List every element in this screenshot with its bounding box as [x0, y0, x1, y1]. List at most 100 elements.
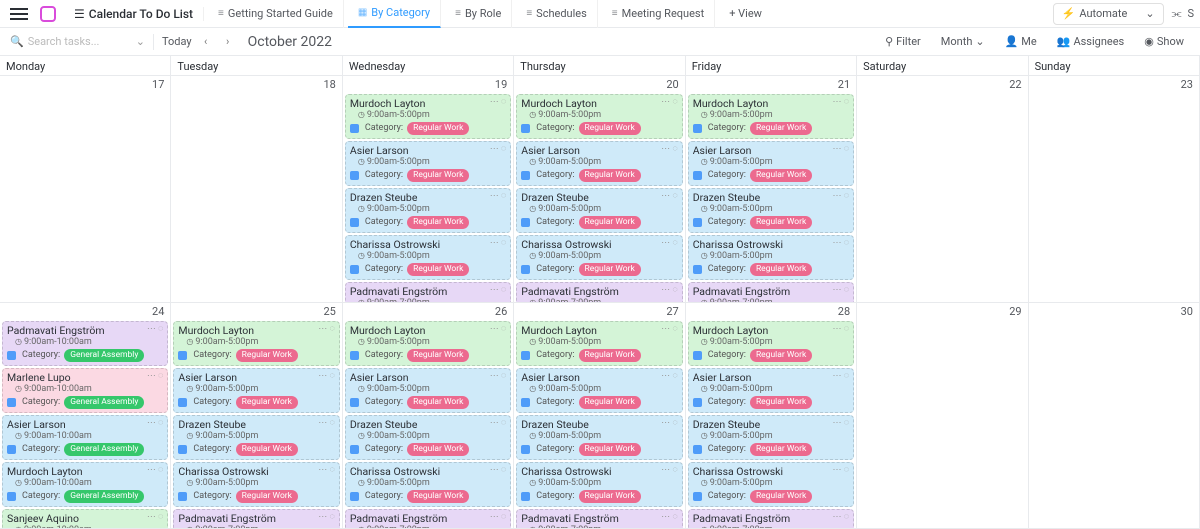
category-pill[interactable]: Regular Work	[579, 216, 641, 229]
event-menu-icon[interactable]: ⋯ ◌	[147, 465, 164, 476]
calendar-cell[interactable]: 29	[857, 303, 1028, 529]
view-tab-meeting-request[interactable]: ≡Meeting Request	[602, 0, 715, 28]
filter-button[interactable]: ⚲Filter	[879, 35, 927, 48]
calendar-event[interactable]: ⋯ ◌Padmavati Engström◷9:00am-7:00pmCateg…	[345, 509, 511, 529]
calendar-event[interactable]: ⋯ ◌Drazen Steube◷9:00am-5:00pmCategory:R…	[516, 415, 682, 460]
calendar-event[interactable]: ⋯ ◌Murdoch Layton◷9:00am-10:00amCategory…	[2, 462, 168, 507]
event-menu-icon[interactable]: ⋯ ◌	[833, 144, 850, 155]
category-pill[interactable]: Regular Work	[579, 396, 641, 409]
hamburger-icon[interactable]	[10, 8, 28, 20]
chevron-down-icon[interactable]: ⌄	[136, 35, 145, 48]
event-menu-icon[interactable]: ⋯ ◌	[490, 191, 507, 202]
category-pill[interactable]: Regular Work	[236, 490, 298, 503]
event-menu-icon[interactable]: ⋯ ◌	[490, 324, 507, 335]
calendar-cell[interactable]: 17	[0, 76, 171, 303]
share-icon[interactable]: ⫘	[1172, 7, 1182, 21]
category-pill[interactable]: Regular Work	[750, 490, 812, 503]
calendar-event[interactable]: ⋯ ◌Murdoch Layton◷9:00am-5:00pmCategory:…	[516, 321, 682, 366]
category-pill[interactable]: Regular Work	[750, 216, 812, 229]
event-menu-icon[interactable]: ⋯ ◌	[490, 512, 507, 523]
event-menu-icon[interactable]: ⋯ ◌	[147, 324, 164, 335]
event-menu-icon[interactable]: ⋯ ◌	[490, 285, 507, 296]
calendar-event[interactable]: ⋯ ◌Murdoch Layton◷9:00am-5:00pmCategory:…	[345, 321, 511, 366]
event-menu-icon[interactable]: ⋯ ◌	[490, 418, 507, 429]
calendar-event[interactable]: ⋯ ◌Padmavati Engström◷9:00am-7:00pmCateg…	[688, 282, 854, 303]
search-input[interactable]: 🔍 Search tasks... ⌄	[10, 35, 145, 48]
category-pill[interactable]: Regular Work	[750, 443, 812, 456]
calendar-event[interactable]: ⋯ ◌Asier Larson◷9:00am-5:00pmCategory:Re…	[688, 368, 854, 413]
category-pill[interactable]: General Assembly	[64, 349, 144, 362]
category-pill[interactable]: Regular Work	[579, 349, 641, 362]
category-pill[interactable]: Regular Work	[750, 263, 812, 276]
month-view-button[interactable]: Month⌄	[935, 35, 991, 48]
calendar-cell[interactable]: 24⋯ ◌Padmavati Engström◷9:00am-10:00amCa…	[0, 303, 171, 529]
category-pill[interactable]: Regular Work	[579, 169, 641, 182]
event-menu-icon[interactable]: ⋯ ◌	[490, 465, 507, 476]
calendar-event[interactable]: ⋯ ◌Charissa Ostrowski◷9:00am-5:00pmCateg…	[688, 462, 854, 507]
calendar-event[interactable]: ⋯ ◌Charissa Ostrowski◷9:00am-5:00pmCateg…	[345, 462, 511, 507]
event-menu-icon[interactable]: ⋯ ◌	[661, 418, 678, 429]
calendar-event[interactable]: ⋯ ◌Charissa Ostrowski◷9:00am-5:00pmCateg…	[516, 235, 682, 280]
calendar-event[interactable]: ⋯ ◌Murdoch Layton◷9:00am-5:00pmCategory:…	[173, 321, 339, 366]
event-menu-icon[interactable]: ⋯ ◌	[661, 371, 678, 382]
calendar-event[interactable]: ⋯ ◌Murdoch Layton◷9:00am-5:00pmCategory:…	[688, 321, 854, 366]
calendar-event[interactable]: ⋯ ◌Sanjeev Aquino◷9:00am-10:00amCategory…	[2, 509, 168, 529]
category-pill[interactable]: Regular Work	[407, 396, 469, 409]
event-menu-icon[interactable]: ⋯ ◌	[490, 238, 507, 249]
category-pill[interactable]: Regular Work	[579, 490, 641, 503]
automate-button[interactable]: ⚡ Automate ⌄	[1053, 3, 1164, 25]
category-pill[interactable]: Regular Work	[236, 349, 298, 362]
event-menu-icon[interactable]: ⋯ ◌	[318, 371, 335, 382]
calendar-cell[interactable]: 23	[1029, 76, 1200, 303]
event-menu-icon[interactable]: ⋯ ◌	[490, 144, 507, 155]
show-button[interactable]: ◉Show	[1138, 35, 1190, 48]
event-menu-icon[interactable]: ⋯ ◌	[833, 512, 850, 523]
calendar-event[interactable]: ⋯ ◌Drazen Steube◷9:00am-5:00pmCategory:R…	[345, 188, 511, 233]
share-label[interactable]: S	[1187, 7, 1194, 20]
event-menu-icon[interactable]: ⋯ ◌	[318, 512, 335, 523]
category-pill[interactable]: Regular Work	[407, 263, 469, 276]
calendar-event[interactable]: ⋯ ◌Padmavati Engström◷9:00am-7:00pmCateg…	[516, 282, 682, 303]
category-pill[interactable]: Regular Work	[236, 443, 298, 456]
category-pill[interactable]: Regular Work	[236, 396, 298, 409]
event-menu-icon[interactable]: ⋯ ◌	[661, 512, 678, 523]
event-menu-icon[interactable]: ⋯ ◌	[833, 191, 850, 202]
calendar-event[interactable]: ⋯ ◌Drazen Steube◷9:00am-5:00pmCategory:R…	[516, 188, 682, 233]
calendar-event[interactable]: ⋯ ◌Asier Larson◷9:00am-5:00pmCategory:Re…	[516, 368, 682, 413]
calendar-event[interactable]: ⋯ ◌Padmavati Engström◷9:00am-7:00pmCateg…	[173, 509, 339, 529]
workspace-logo-icon[interactable]	[40, 6, 56, 22]
calendar-event[interactable]: ⋯ ◌Drazen Steube◷9:00am-5:00pmCategory:R…	[173, 415, 339, 460]
calendar-event[interactable]: ⋯ ◌Murdoch Layton◷9:00am-5:00pmCategory:…	[688, 94, 854, 139]
assignees-button[interactable]: 👥Assignees	[1051, 35, 1131, 48]
category-pill[interactable]: Regular Work	[579, 122, 641, 135]
category-pill[interactable]: Regular Work	[750, 396, 812, 409]
category-pill[interactable]: Regular Work	[750, 122, 812, 135]
calendar-cell[interactable]: 22	[857, 76, 1028, 303]
event-menu-icon[interactable]: ⋯ ◌	[490, 97, 507, 108]
event-menu-icon[interactable]: ⋯ ◌	[833, 238, 850, 249]
category-pill[interactable]: Regular Work	[407, 122, 469, 135]
calendar-cell[interactable]: 28⋯ ◌Murdoch Layton◷9:00am-5:00pmCategor…	[686, 303, 857, 529]
calendar-event[interactable]: ⋯ ◌Padmavati Engström◷9:00am-7:00pmCateg…	[688, 509, 854, 529]
category-pill[interactable]: Regular Work	[750, 349, 812, 362]
event-menu-icon[interactable]: ⋯ ◌	[661, 324, 678, 335]
calendar-event[interactable]: ⋯ ◌Asier Larson◷9:00am-5:00pmCategory:Re…	[516, 141, 682, 186]
view-tab-by-category[interactable]: ▦By Category	[348, 0, 441, 28]
event-menu-icon[interactable]: ⋯ ◌	[833, 285, 850, 296]
next-month-button[interactable]: ›	[220, 35, 236, 48]
category-pill[interactable]: Regular Work	[579, 443, 641, 456]
calendar-event[interactable]: ⋯ ◌Murdoch Layton◷9:00am-5:00pmCategory:…	[516, 94, 682, 139]
event-menu-icon[interactable]: ⋯ ◌	[833, 324, 850, 335]
prev-month-button[interactable]: ‹	[198, 35, 214, 48]
category-pill[interactable]: General Assembly	[64, 443, 144, 456]
calendar-cell[interactable]: 18	[171, 76, 342, 303]
event-menu-icon[interactable]: ⋯ ◌	[661, 285, 678, 296]
event-menu-icon[interactable]: ⋯ ◌	[833, 465, 850, 476]
calendar-cell[interactable]: 26⋯ ◌Murdoch Layton◷9:00am-5:00pmCategor…	[343, 303, 514, 529]
me-button[interactable]: 👤Me	[999, 35, 1043, 48]
event-menu-icon[interactable]: ⋯ ◌	[661, 238, 678, 249]
calendar-event[interactable]: ⋯ ◌Asier Larson◷9:00am-5:00pmCategory:Re…	[173, 368, 339, 413]
event-menu-icon[interactable]: ⋯ ◌	[833, 418, 850, 429]
calendar-cell[interactable]: 30	[1029, 303, 1200, 529]
event-menu-icon[interactable]: ⋯ ◌	[661, 465, 678, 476]
